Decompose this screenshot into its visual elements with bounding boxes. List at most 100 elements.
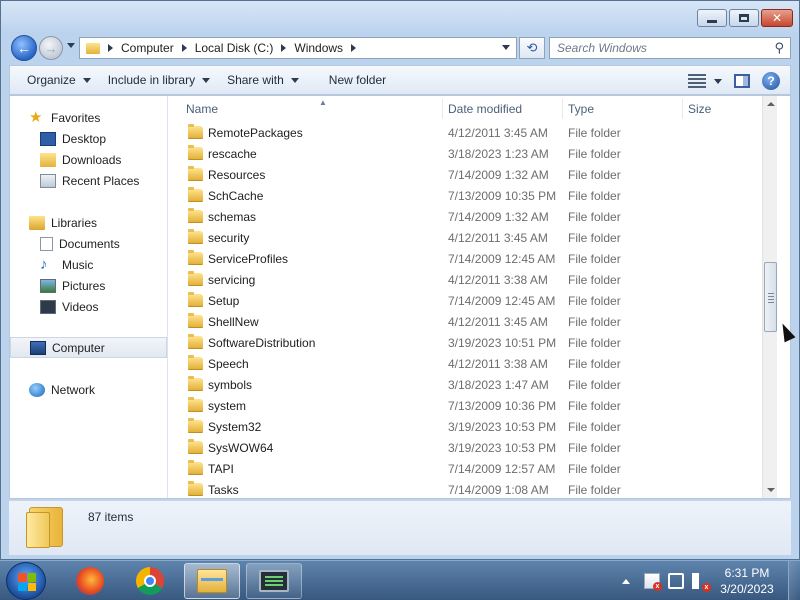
folder-icon	[188, 397, 203, 412]
table-row[interactable]: Speech 4/12/2011 3:38 AM File folder	[169, 353, 777, 374]
taskbar-firefox[interactable]	[62, 563, 118, 599]
column-header-size[interactable]: Size	[683, 99, 763, 119]
file-type: File folder	[568, 462, 621, 476]
refresh-button[interactable]: ⟲	[519, 37, 545, 59]
search-input[interactable]: Search Windows	[557, 41, 774, 55]
nav-music[interactable]: ♪ Music	[10, 254, 167, 275]
search-icon[interactable]: ⚲	[774, 40, 784, 56]
recent-places-icon	[40, 173, 56, 188]
action-center-icon[interactable]: x	[644, 573, 662, 591]
file-name: symbols	[208, 378, 253, 392]
chevron-down-icon	[202, 77, 211, 83]
file-date-modified: 3/18/2023 1:47 AM	[448, 378, 549, 392]
table-row[interactable]: system 7/13/2009 10:36 PM File folder	[169, 395, 777, 416]
table-row[interactable]: SysWOW64 3/19/2023 10:53 PM File folder	[169, 437, 777, 458]
nav-label: Videos	[62, 299, 99, 314]
vertical-scrollbar[interactable]	[762, 96, 777, 498]
change-view-icon[interactable]	[688, 74, 706, 88]
table-row[interactable]: servicing 4/12/2011 3:38 AM File folder	[169, 269, 777, 290]
new-folder-button[interactable]: New folder	[329, 73, 386, 87]
table-row[interactable]: SoftwareDistribution 3/19/2023 10:51 PM Fi…	[169, 332, 777, 353]
network-status-icon[interactable]	[668, 573, 684, 589]
table-row[interactable]: symbols 3/18/2023 1:47 AM File folder	[169, 374, 777, 395]
breadcrumb-local-disk[interactable]: Local Disk (C:)	[195, 41, 274, 55]
table-row[interactable]: RemotePackages 4/12/2011 3:45 AM File fold…	[169, 122, 777, 143]
scroll-down-icon	[766, 488, 775, 492]
nav-videos[interactable]: Videos	[10, 296, 167, 317]
minimize-button[interactable]	[697, 9, 727, 27]
folder-icon	[188, 187, 203, 202]
folder-icon	[188, 334, 203, 349]
scroll-down-button[interactable]	[764, 483, 777, 497]
address-bar[interactable]: Computer Local Disk (C:) Windows	[79, 37, 517, 59]
forward-button[interactable]: →	[39, 36, 63, 60]
nav-pictures[interactable]: Pictures	[10, 275, 167, 296]
breadcrumb-separator[interactable]	[181, 44, 187, 52]
organize-button[interactable]: Organize	[27, 73, 91, 87]
volume-icon[interactable]: x	[692, 573, 711, 592]
nav-computer[interactable]: Computer	[10, 337, 167, 358]
table-row[interactable]: Tasks 7/14/2009 1:08 AM File folder	[169, 479, 777, 500]
breadcrumb-separator[interactable]	[351, 44, 357, 52]
recent-pages-dropdown[interactable]	[67, 43, 75, 48]
include-in-library-button[interactable]: Include in library	[108, 73, 211, 87]
search-box[interactable]: Search Windows ⚲	[549, 37, 791, 59]
close-button[interactable]: ✕	[761, 9, 793, 27]
scroll-thumb[interactable]	[764, 262, 777, 332]
title-bar[interactable]: ✕	[1, 1, 799, 33]
taskbar-chrome[interactable]	[122, 563, 178, 599]
nav-downloads[interactable]: Downloads	[10, 149, 167, 170]
file-type: File folder	[568, 357, 621, 371]
taskbar-windows-explorer[interactable]	[184, 563, 240, 599]
back-button[interactable]: ←	[11, 35, 37, 61]
file-name: SoftwareDistribution	[208, 336, 316, 350]
scroll-up-button[interactable]	[764, 97, 777, 111]
nav-libraries[interactable]: Libraries	[10, 212, 167, 233]
column-header-type[interactable]: Type	[563, 99, 683, 119]
table-row[interactable]: Setup 7/14/2009 12:45 AM File folder	[169, 290, 777, 311]
nav-recent-places[interactable]: Recent Places	[10, 170, 167, 191]
help-icon[interactable]: ?	[762, 72, 780, 90]
breadcrumb-computer[interactable]: Computer	[121, 41, 174, 55]
show-desktop-button[interactable]	[788, 561, 800, 600]
breadcrumb-separator[interactable]	[108, 44, 113, 52]
nav-desktop[interactable]: Desktop	[10, 128, 167, 149]
file-date-modified: 4/12/2011 3:45 AM	[448, 231, 548, 245]
table-row[interactable]: schemas 7/14/2009 1:32 AM File folder	[169, 206, 777, 227]
table-row[interactable]: ServiceProfiles 7/14/2009 12:45 AM File fo…	[169, 248, 777, 269]
folder-icon	[86, 42, 100, 54]
column-header-date-modified[interactable]: Date modified	[443, 99, 563, 119]
file-date-modified: 4/12/2011 3:45 AM	[448, 315, 548, 329]
start-button[interactable]	[6, 562, 46, 600]
table-row[interactable]: ShellNew 4/12/2011 3:45 AM File folder	[169, 311, 777, 332]
table-row[interactable]: System32 3/19/2023 10:53 PM File folder	[169, 416, 777, 437]
address-history-dropdown[interactable]	[502, 45, 510, 50]
nav-network[interactable]: Network	[10, 379, 167, 400]
nav-documents[interactable]: Documents	[10, 233, 167, 254]
maximize-button[interactable]	[729, 9, 759, 27]
table-row[interactable]: Resources 7/14/2009 1:32 AM File folder	[169, 164, 777, 185]
preview-pane-icon[interactable]	[734, 74, 750, 88]
computer-icon	[30, 340, 46, 355]
file-date-modified: 3/19/2023 10:53 PM	[448, 420, 557, 434]
show-hidden-icons-icon[interactable]	[622, 578, 630, 584]
taskbar-terminal[interactable]	[246, 563, 302, 599]
file-type: File folder	[568, 231, 621, 245]
table-row[interactable]: rescache 3/18/2023 1:23 AM File folder	[169, 143, 777, 164]
folder-icon	[188, 376, 203, 391]
breadcrumb-windows[interactable]: Windows	[294, 41, 343, 55]
table-row[interactable]: SchCache 7/13/2009 10:35 PM File folder	[169, 185, 777, 206]
table-row[interactable]: security 4/12/2011 3:45 AM File folder	[169, 227, 777, 248]
file-date-modified: 7/14/2009 1:32 AM	[448, 168, 549, 182]
mute-badge-icon: x	[702, 583, 711, 592]
file-name: rescache	[208, 147, 257, 161]
breadcrumb-separator[interactable]	[281, 44, 287, 52]
clock[interactable]: 6:31 PM 3/20/2023	[716, 565, 778, 597]
nav-favorites[interactable]: ★ Favorites	[10, 107, 167, 128]
nav-label: Desktop	[62, 131, 107, 146]
content-area: ★ Favorites Desktop Downloads Recent Pla…	[9, 95, 791, 499]
share-with-button[interactable]: Share with	[227, 73, 299, 87]
column-header-name[interactable]: Name ▲	[181, 98, 443, 119]
view-options-dropdown[interactable]	[714, 78, 722, 84]
table-row[interactable]: TAPI 7/14/2009 12:57 AM File folder	[169, 458, 777, 479]
